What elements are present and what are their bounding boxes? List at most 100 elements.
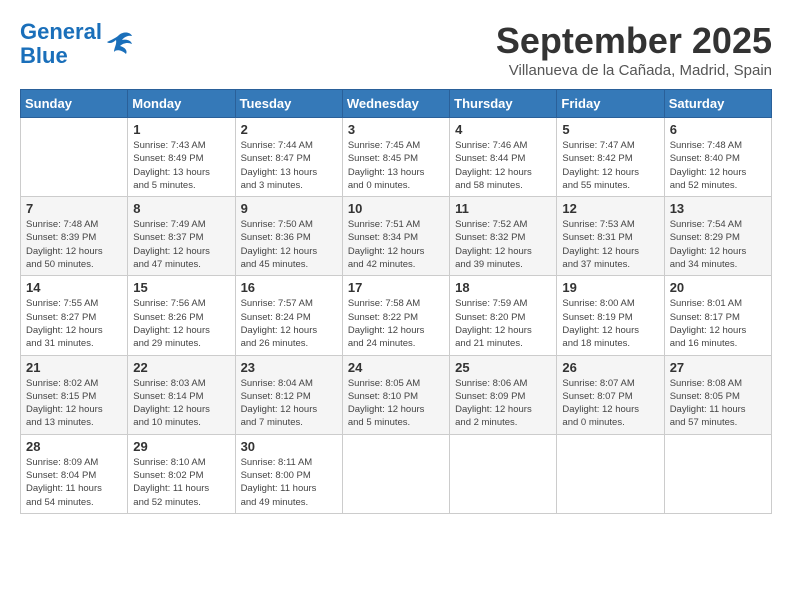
day-number: 10	[348, 201, 444, 216]
location-subtitle: Villanueva de la Cañada, Madrid, Spain	[496, 62, 772, 79]
day-info: Sunrise: 8:03 AMSunset: 8:14 PMDaylight:…	[133, 377, 229, 430]
day-info: Sunrise: 7:57 AMSunset: 8:24 PMDaylight:…	[241, 297, 337, 350]
day-number: 27	[670, 360, 766, 375]
day-info: Sunrise: 7:47 AMSunset: 8:42 PMDaylight:…	[562, 139, 658, 192]
day-info: Sunrise: 7:43 AMSunset: 8:49 PMDaylight:…	[133, 139, 229, 192]
calendar-header-tuesday: Tuesday	[235, 90, 342, 118]
calendar-cell: 4 Sunrise: 7:46 AMSunset: 8:44 PMDaylight…	[450, 118, 557, 197]
calendar-cell: 6 Sunrise: 7:48 AMSunset: 8:40 PMDaylight…	[664, 118, 771, 197]
day-info: Sunrise: 8:05 AMSunset: 8:10 PMDaylight:…	[348, 377, 444, 430]
day-number: 14	[26, 280, 122, 295]
day-info: Sunrise: 7:50 AMSunset: 8:36 PMDaylight:…	[241, 218, 337, 271]
calendar-cell: 18Sunrise: 7:59 AMSunset: 8:20 PMDayligh…	[450, 276, 557, 355]
day-number: 20	[670, 280, 766, 295]
calendar-header-sunday: Sunday	[21, 90, 128, 118]
logo-line2: Blue	[20, 43, 68, 68]
day-info: Sunrise: 8:07 AMSunset: 8:07 PMDaylight:…	[562, 377, 658, 430]
calendar-cell: 30Sunrise: 8:11 AMSunset: 8:00 PMDayligh…	[235, 434, 342, 513]
calendar-cell: 14 Sunrise: 7:55 AMSunset: 8:27 PMDayligh…	[21, 276, 128, 355]
calendar-cell: 12Sunrise: 7:53 AMSunset: 8:31 PMDayligh…	[557, 197, 664, 276]
day-number: 15	[133, 280, 229, 295]
day-number: 6	[670, 122, 766, 137]
day-number: 12	[562, 201, 658, 216]
calendar-cell: 1 Sunrise: 7:43 AMSunset: 8:49 PMDaylight…	[128, 118, 235, 197]
month-title: September 2025	[496, 20, 772, 62]
day-info: Sunrise: 8:00 AMSunset: 8:19 PMDaylight:…	[562, 297, 658, 350]
calendar-header-wednesday: Wednesday	[342, 90, 449, 118]
day-info: Sunrise: 7:58 AMSunset: 8:22 PMDaylight:…	[348, 297, 444, 350]
day-info: Sunrise: 7:48 AMSunset: 8:39 PMDaylight:…	[26, 218, 122, 271]
day-number: 26	[562, 360, 658, 375]
calendar-cell: 17 Sunrise: 7:58 AMSunset: 8:22 PMDayligh…	[342, 276, 449, 355]
day-number: 22	[133, 360, 229, 375]
day-number: 25	[455, 360, 551, 375]
calendar-cell	[21, 118, 128, 197]
day-info: Sunrise: 7:54 AMSunset: 8:29 PMDaylight:…	[670, 218, 766, 271]
calendar-header-monday: Monday	[128, 90, 235, 118]
calendar-cell: 7 Sunrise: 7:48 AMSunset: 8:39 PMDaylight…	[21, 197, 128, 276]
calendar-cell: 26 Sunrise: 8:07 AMSunset: 8:07 PMDayligh…	[557, 355, 664, 434]
day-number: 19	[562, 280, 658, 295]
day-number: 5	[562, 122, 658, 137]
day-info: Sunrise: 8:10 AMSunset: 8:02 PMDaylight:…	[133, 456, 229, 509]
day-number: 9	[241, 201, 337, 216]
calendar-cell: 24 Sunrise: 8:05 AMSunset: 8:10 PMDayligh…	[342, 355, 449, 434]
day-number: 1	[133, 122, 229, 137]
calendar-cell: 25 Sunrise: 8:06 AMSunset: 8:09 PMDayligh…	[450, 355, 557, 434]
day-number: 28	[26, 439, 122, 454]
calendar-cell	[664, 434, 771, 513]
day-info: Sunrise: 7:45 AMSunset: 8:45 PMDaylight:…	[348, 139, 444, 192]
day-number: 17	[348, 280, 444, 295]
logo-bird-icon	[104, 30, 134, 58]
day-number: 16	[241, 280, 337, 295]
calendar-cell: 5 Sunrise: 7:47 AMSunset: 8:42 PMDaylight…	[557, 118, 664, 197]
calendar-cell	[557, 434, 664, 513]
day-number: 2	[241, 122, 337, 137]
calendar-cell: 13Sunrise: 7:54 AMSunset: 8:29 PMDayligh…	[664, 197, 771, 276]
day-number: 3	[348, 122, 444, 137]
day-number: 29	[133, 439, 229, 454]
calendar-week-row: 7 Sunrise: 7:48 AMSunset: 8:39 PMDaylight…	[21, 197, 772, 276]
day-number: 7	[26, 201, 122, 216]
day-info: Sunrise: 7:48 AMSunset: 8:40 PMDaylight:…	[670, 139, 766, 192]
calendar-cell: 19 Sunrise: 8:00 AMSunset: 8:19 PMDayligh…	[557, 276, 664, 355]
day-info: Sunrise: 8:01 AMSunset: 8:17 PMDaylight:…	[670, 297, 766, 350]
day-number: 18	[455, 280, 551, 295]
calendar-cell: 22 Sunrise: 8:03 AMSunset: 8:14 PMDayligh…	[128, 355, 235, 434]
calendar-cell: 29 Sunrise: 8:10 AMSunset: 8:02 PMDayligh…	[128, 434, 235, 513]
calendar-header-saturday: Saturday	[664, 90, 771, 118]
day-info: Sunrise: 7:55 AMSunset: 8:27 PMDaylight:…	[26, 297, 122, 350]
calendar-cell: 3 Sunrise: 7:45 AMSunset: 8:45 PMDaylight…	[342, 118, 449, 197]
day-info: Sunrise: 7:49 AMSunset: 8:37 PMDaylight:…	[133, 218, 229, 271]
calendar-cell	[450, 434, 557, 513]
day-info: Sunrise: 7:46 AMSunset: 8:44 PMDaylight:…	[455, 139, 551, 192]
calendar-week-row: 28 Sunrise: 8:09 AMSunset: 8:04 PMDayligh…	[21, 434, 772, 513]
day-number: 11	[455, 201, 551, 216]
day-info: Sunrise: 7:52 AMSunset: 8:32 PMDaylight:…	[455, 218, 551, 271]
day-info: Sunrise: 8:06 AMSunset: 8:09 PMDaylight:…	[455, 377, 551, 430]
day-info: Sunrise: 8:08 AMSunset: 8:05 PMDaylight:…	[670, 377, 766, 430]
calendar-cell	[342, 434, 449, 513]
day-info: Sunrise: 8:09 AMSunset: 8:04 PMDaylight:…	[26, 456, 122, 509]
day-number: 4	[455, 122, 551, 137]
calendar-cell: 27 Sunrise: 8:08 AMSunset: 8:05 PMDayligh…	[664, 355, 771, 434]
logo-text: General Blue	[20, 20, 102, 68]
calendar-cell: 9 Sunrise: 7:50 AMSunset: 8:36 PMDaylight…	[235, 197, 342, 276]
day-info: Sunrise: 8:02 AMSunset: 8:15 PMDaylight:…	[26, 377, 122, 430]
calendar-week-row: 21Sunrise: 8:02 AMSunset: 8:15 PMDayligh…	[21, 355, 772, 434]
logo: General Blue	[20, 20, 134, 68]
calendar-cell: 16 Sunrise: 7:57 AMSunset: 8:24 PMDayligh…	[235, 276, 342, 355]
calendar-cell: 11 Sunrise: 7:52 AMSunset: 8:32 PMDayligh…	[450, 197, 557, 276]
calendar-week-row: 14 Sunrise: 7:55 AMSunset: 8:27 PMDayligh…	[21, 276, 772, 355]
calendar-cell: 15Sunrise: 7:56 AMSunset: 8:26 PMDayligh…	[128, 276, 235, 355]
calendar-week-row: 1 Sunrise: 7:43 AMSunset: 8:49 PMDaylight…	[21, 118, 772, 197]
calendar-header-row: SundayMondayTuesdayWednesdayThursdayFrid…	[21, 90, 772, 118]
calendar-header-friday: Friday	[557, 90, 664, 118]
day-number: 24	[348, 360, 444, 375]
calendar-cell: 20 Sunrise: 8:01 AMSunset: 8:17 PMDayligh…	[664, 276, 771, 355]
calendar-cell: 8Sunrise: 7:49 AMSunset: 8:37 PMDaylight…	[128, 197, 235, 276]
title-block: September 2025 Villanueva de la Cañada, …	[496, 20, 772, 79]
calendar-cell: 21Sunrise: 8:02 AMSunset: 8:15 PMDayligh…	[21, 355, 128, 434]
calendar-table: SundayMondayTuesdayWednesdayThursdayFrid…	[20, 89, 772, 514]
day-number: 30	[241, 439, 337, 454]
